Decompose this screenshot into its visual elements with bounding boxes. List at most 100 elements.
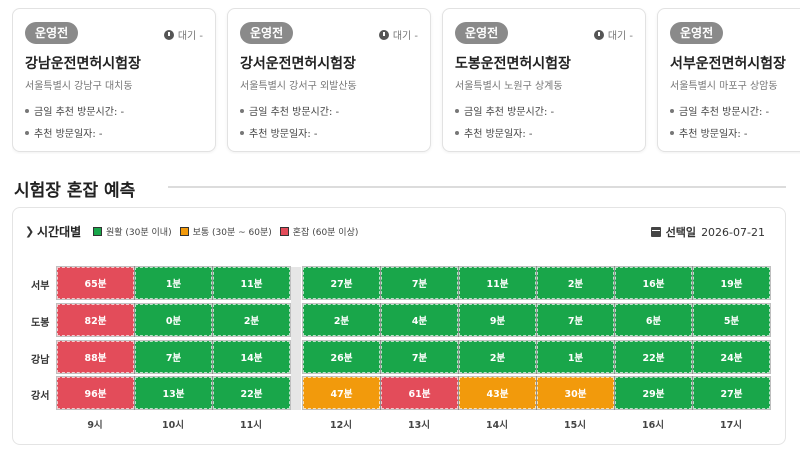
center-card[interactable]: 운영전서부운전면허시험장서울특별시 마포구 상암동금일 추천 방문시간: - 추천… bbox=[657, 8, 800, 152]
hour-label: 14시 bbox=[486, 420, 508, 431]
wait-status-text: 대기 - bbox=[177, 31, 203, 42]
panel-toolbar: ❯ 시간대별 원활 (30분 이내) 보통 (30분 ~ 60분) 혼잡 (60분 … bbox=[13, 208, 785, 256]
congestion-cell[interactable]: 65분 bbox=[56, 266, 135, 300]
center-name: 강남운전면허시험장 bbox=[25, 56, 141, 72]
section-divider bbox=[168, 186, 786, 188]
legend-label: 보통 (30분 ~ 60분) bbox=[192, 228, 272, 238]
congestion-cell[interactable]: 1분 bbox=[536, 340, 615, 374]
status-badge: 운영전 bbox=[670, 22, 724, 44]
wait-status: 대기 - bbox=[163, 27, 203, 42]
congestion-cell[interactable]: 26분 bbox=[302, 340, 381, 374]
recommended-time-text: 금일 추천 방문시간: - bbox=[249, 107, 340, 118]
wait-status-text: 대기 - bbox=[392, 31, 418, 42]
center-name: 서부운전면허시험장 bbox=[670, 56, 786, 72]
legend-label: 원활 (30분 이내) bbox=[106, 228, 172, 238]
congestion-cell[interactable]: 6분 bbox=[614, 303, 693, 337]
date-selector[interactable]: 선택일 2026-07-21 bbox=[650, 224, 765, 240]
date-label: 선택일 bbox=[665, 226, 697, 239]
center-address: 서울특별시 마포구 상암동 bbox=[670, 81, 778, 92]
legend-swatch bbox=[179, 227, 189, 236]
wait-status: 대기 - bbox=[593, 27, 633, 42]
congestion-cell[interactable]: 24분 bbox=[692, 340, 771, 374]
congestion-cell[interactable]: 1분 bbox=[134, 266, 213, 300]
recommended-time-text: 금일 추천 방문시간: - bbox=[464, 107, 555, 118]
chevron-right-icon[interactable]: ❯ bbox=[25, 225, 34, 238]
recommended-date: 추천 방문일자: - bbox=[455, 125, 533, 140]
legend-swatch bbox=[279, 227, 289, 236]
recommended-date-text: 추천 방문일자: - bbox=[249, 129, 318, 140]
center-cards-strip: 운영전 대기 - 강남운전면허시험장 서울특별시 강남구 대치동 금일 추천 방문시간:… bbox=[12, 8, 800, 154]
congestion-cell[interactable]: 14분 bbox=[212, 340, 291, 374]
status-badge: 운영전 bbox=[240, 22, 294, 44]
congestion-cell[interactable]: 22분 bbox=[212, 376, 291, 410]
clock-icon bbox=[378, 29, 389, 40]
bullet-icon bbox=[670, 130, 674, 135]
bullet-icon bbox=[670, 108, 674, 113]
wait-status: 대기 - bbox=[378, 27, 418, 42]
bullet-icon bbox=[240, 130, 244, 135]
legend-swatch bbox=[93, 227, 102, 236]
congestion-cell[interactable]: 16분 bbox=[614, 266, 693, 300]
congestion-cell[interactable]: 96분 bbox=[56, 376, 135, 410]
recommended-date: 추천 방문일자: - bbox=[670, 125, 748, 140]
congestion-cell[interactable]: 19분 bbox=[692, 266, 771, 300]
congestion-cell[interactable]: 47분 bbox=[302, 376, 381, 410]
view-mode-label[interactable]: 시간대별 bbox=[37, 223, 81, 240]
congestion-cell[interactable]: 82분 bbox=[56, 303, 135, 337]
congestion-cell[interactable]: 4분 bbox=[380, 303, 459, 337]
congestion-cell[interactable]: 27분 bbox=[692, 376, 771, 410]
recommended-time: 금일 추천 방문시간: - bbox=[25, 103, 124, 118]
recommended-date: 추천 방문일자: - bbox=[25, 125, 103, 140]
congestion-cell[interactable]: 2분 bbox=[212, 303, 291, 337]
hour-label: 13시 bbox=[408, 420, 430, 431]
recommended-time: 금일 추천 방문시간: - bbox=[455, 103, 554, 118]
center-name: 도봉운전면허시험장 bbox=[455, 56, 571, 72]
congestion-cell[interactable]: 0분 bbox=[134, 303, 213, 337]
legend-item: 혼잡 (60분 이상) bbox=[279, 225, 358, 238]
recommended-time: 금일 추천 방문시간: - bbox=[240, 103, 339, 118]
congestion-cell[interactable]: 9분 bbox=[458, 303, 537, 337]
congestion-cell[interactable]: 30분 bbox=[536, 376, 615, 410]
hour-label: 11시 bbox=[240, 420, 262, 431]
wait-status-text: 대기 - bbox=[607, 31, 633, 42]
calendar-icon bbox=[650, 227, 661, 237]
hour-label: 10시 bbox=[162, 420, 184, 431]
congestion-cell[interactable]: 7분 bbox=[380, 340, 459, 374]
recommended-time-text: 금일 추천 방문시간: - bbox=[679, 107, 770, 118]
congestion-cell[interactable]: 61분 bbox=[380, 376, 459, 410]
status-badge: 운영전 bbox=[25, 22, 79, 44]
congestion-cell[interactable]: 27분 bbox=[302, 266, 381, 300]
lunch-break-divider bbox=[291, 267, 301, 410]
status-badge: 운영전 bbox=[455, 22, 509, 44]
center-card[interactable]: 운영전 대기 - 강남운전면허시험장 서울특별시 강남구 대치동 금일 추천 방문시간:… bbox=[12, 8, 216, 152]
congestion-cell[interactable]: 11분 bbox=[212, 266, 291, 300]
congestion-cell[interactable]: 29분 bbox=[614, 376, 693, 410]
congestion-cell[interactable]: 7분 bbox=[536, 303, 615, 337]
row-label: 도봉 bbox=[31, 318, 50, 329]
legend-item: 원활 (30분 이내) bbox=[93, 225, 172, 238]
bullet-icon bbox=[240, 108, 244, 113]
recommended-date-text: 추천 방문일자: - bbox=[464, 129, 533, 140]
congestion-cell[interactable]: 2분 bbox=[536, 266, 615, 300]
congestion-cell[interactable]: 11분 bbox=[458, 266, 537, 300]
congestion-cell[interactable]: 5분 bbox=[692, 303, 771, 337]
center-name: 강서운전면허시험장 bbox=[240, 56, 356, 72]
congestion-cell[interactable]: 2분 bbox=[302, 303, 381, 337]
hour-label: 17시 bbox=[720, 420, 742, 431]
congestion-cell[interactable]: 43분 bbox=[458, 376, 537, 410]
recommended-date: 추천 방문일자: - bbox=[240, 125, 318, 140]
center-card[interactable]: 운영전 대기 - 도봉운전면허시험장서울특별시 노원구 상계동금일 추천 방문시간:… bbox=[442, 8, 646, 152]
center-card[interactable]: 운영전 대기 - 강서운전면허시험장 서울특별시 강서구 외발산동 금일 추천 방문시간… bbox=[227, 8, 431, 152]
congestion-cell[interactable]: 88분 bbox=[56, 340, 135, 374]
congestion-cell[interactable]: 7분 bbox=[134, 340, 213, 374]
congestion-cell[interactable]: 7분 bbox=[380, 266, 459, 300]
congestion-cell[interactable]: 2분 bbox=[458, 340, 537, 374]
congestion-cell[interactable]: 22분 bbox=[614, 340, 693, 374]
bullet-icon bbox=[25, 130, 29, 135]
section-title: 시험장 혼잡 예측 bbox=[14, 181, 136, 201]
center-address: 서울특별시 노원구 상계동 bbox=[455, 81, 563, 92]
legend-item: 보통 (30분 ~ 60분) bbox=[179, 225, 272, 238]
congestion-cell[interactable]: 13분 bbox=[134, 376, 213, 410]
clock-icon bbox=[593, 29, 604, 40]
row-label: 강남 bbox=[31, 355, 50, 366]
